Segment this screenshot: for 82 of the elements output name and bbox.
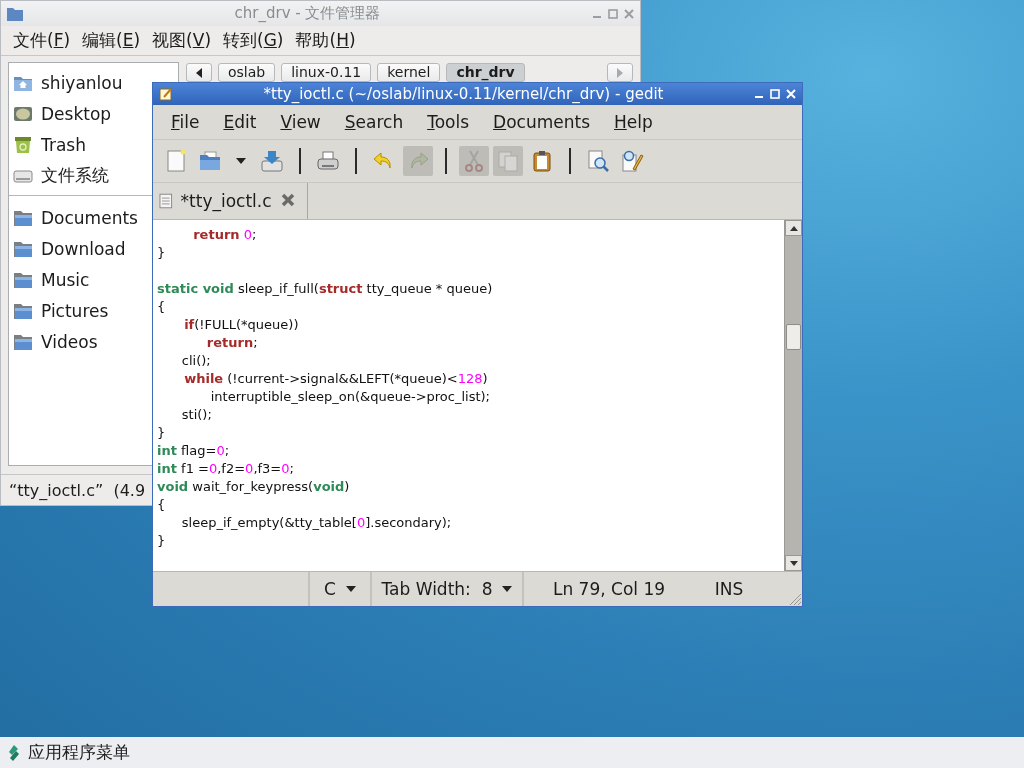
language-dropdown[interactable]: C (310, 572, 372, 606)
status-text: “tty_ioctl.c” (4.9 (9, 480, 146, 500)
tab-label: *tty_ioctl.c (180, 191, 272, 211)
code-line: int flag=0; (157, 442, 231, 460)
right-arrow-icon (617, 67, 623, 78)
sidebar-item[interactable]: shiyanlou (41, 72, 123, 93)
caret-icon (236, 158, 246, 164)
applications-menu[interactable]: 应用程序菜单 (28, 741, 130, 764)
clipboard-icon (530, 149, 554, 173)
sidebar-item[interactable]: Videos (41, 331, 98, 352)
sidebar-item[interactable]: Download (41, 238, 126, 259)
scroll-up-button[interactable] (785, 220, 802, 236)
code-line: sti(); (180, 406, 213, 424)
menu-item[interactable]: File (171, 110, 200, 134)
menu-item[interactable]: 转到(G) (223, 27, 284, 54)
sidebar-item[interactable]: Trash (41, 134, 86, 155)
notepad-icon (159, 87, 173, 101)
caret-icon (502, 586, 513, 592)
menu-item[interactable]: Tools (427, 110, 470, 134)
save-icon (260, 149, 284, 173)
menu-item[interactable]: 帮助(H) (295, 27, 356, 54)
code-line: sleep_if_empty(&tty_table[0].secondary); (180, 514, 453, 532)
sidebar-item[interactable]: Desktop (41, 103, 112, 124)
left-arrow-icon (196, 67, 202, 78)
code-line: while (!current->signal&&LEFT(*queue)<128) (183, 370, 489, 388)
up-arrow-icon (789, 225, 798, 231)
code-line: { (157, 496, 167, 514)
code-line: static void sleep_if_full(struct tty_queue * queue) (157, 280, 494, 298)
menu-item[interactable]: Help (614, 110, 653, 134)
code-line: } (157, 244, 167, 262)
code-line: return 0; (192, 226, 258, 244)
sidebar-item[interactable]: Documents (41, 207, 138, 228)
path-button[interactable]: linux-0.11 (281, 63, 372, 82)
code-line: void wait_for_keypress(void) (157, 478, 351, 496)
menu-item[interactable]: 文件(F) (13, 27, 71, 54)
close-icon[interactable] (624, 8, 634, 19)
trash-icon (13, 134, 33, 155)
path-button[interactable]: oslab (218, 63, 276, 82)
menu-item[interactable]: Documents (493, 110, 590, 134)
code-line: int f1 =0,f2=0,f3=0; (157, 460, 295, 478)
open-folder-icon (198, 149, 222, 173)
window-title: *tty_ioctl.c (~/oslab/linux-0.11/kernel/chr_drv) - gedit (262, 85, 665, 103)
print-icon (316, 149, 340, 173)
down-arrow-icon (789, 560, 798, 566)
caret-icon (345, 586, 356, 592)
menu-item[interactable]: Edit (223, 110, 257, 134)
resize-grip-icon[interactable] (788, 592, 802, 606)
scissors-icon (462, 149, 486, 173)
code-line: { (157, 298, 167, 316)
scroll-thumb[interactable] (786, 324, 801, 350)
leaf-logo-icon[interactable] (8, 744, 20, 761)
find-replace-icon (620, 149, 644, 173)
path-button[interactable]: chr_drv (446, 63, 525, 82)
folder-icon (7, 6, 23, 21)
code-line: interruptible_sleep_on(&queue->proc_list); (209, 388, 491, 406)
path-left-button[interactable] (186, 63, 212, 82)
new-document-icon (164, 149, 188, 173)
sidebar-item[interactable]: Music (41, 269, 90, 290)
document-icon (159, 193, 173, 209)
insert-mode: INS (713, 579, 745, 599)
tab-width-dropdown[interactable]: Tab Width: 8 (372, 572, 524, 606)
cursor-position: Ln 79, Col 19 (551, 579, 667, 599)
code-line: } (157, 532, 167, 550)
scrollbar[interactable] (784, 220, 802, 571)
window-title: chr_drv - 文件管理器 (233, 4, 382, 23)
menu-item[interactable]: 编辑(E) (82, 27, 141, 54)
maximize-icon[interactable] (608, 8, 618, 19)
path-right-button[interactable] (607, 63, 633, 82)
path-button[interactable]: kernel (377, 63, 441, 82)
menu-item[interactable]: Search (344, 110, 404, 134)
copy-icon (496, 149, 520, 173)
scroll-down-button[interactable] (785, 555, 802, 571)
close-icon (279, 192, 296, 208)
menu-item[interactable]: View (280, 110, 321, 134)
code-line: if(!FULL(*queue)) (183, 316, 300, 334)
sidebar-item[interactable]: 文件系统 (41, 164, 109, 187)
sidebar-item[interactable]: Pictures (41, 300, 109, 321)
code-line: return; (205, 334, 259, 352)
menu-item[interactable]: 视图(V) (152, 27, 211, 54)
code-line: } (157, 424, 167, 442)
code-line: cli(); (180, 352, 212, 370)
find-icon (586, 149, 610, 173)
